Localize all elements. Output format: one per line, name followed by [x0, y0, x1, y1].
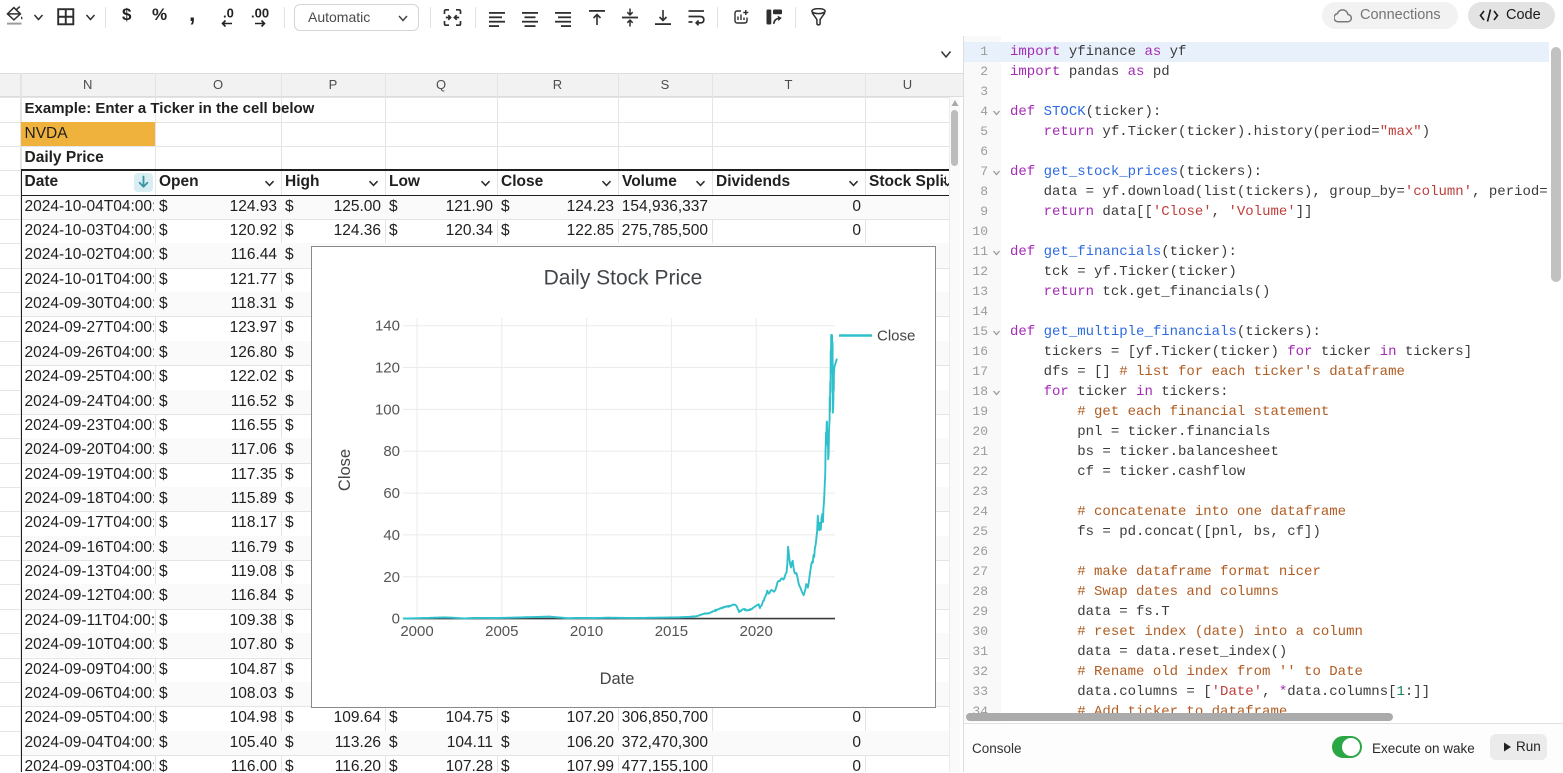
svg-text:Close: Close — [877, 328, 915, 345]
svg-text:.00: .00 — [251, 7, 269, 21]
svg-text:2010: 2010 — [570, 623, 603, 640]
svg-text:140: 140 — [375, 318, 400, 335]
svg-text:2000: 2000 — [400, 623, 433, 640]
svg-text:2005: 2005 — [485, 623, 518, 640]
svg-text:2015: 2015 — [655, 623, 688, 640]
svg-text:0: 0 — [392, 611, 400, 628]
svg-text:20: 20 — [383, 569, 400, 586]
svg-text:40: 40 — [383, 527, 400, 544]
svg-text:60: 60 — [383, 485, 400, 502]
svg-text:80: 80 — [383, 443, 400, 460]
svg-text:Close: Close — [336, 449, 354, 491]
svg-text:2020: 2020 — [740, 623, 773, 640]
svg-text:Date: Date — [600, 670, 635, 688]
svg-text:100: 100 — [375, 401, 400, 418]
svg-text:Daily Stock Price: Daily Stock Price — [544, 267, 703, 290]
svg-text:.0: .0 — [223, 7, 234, 21]
svg-text:120: 120 — [375, 360, 400, 377]
